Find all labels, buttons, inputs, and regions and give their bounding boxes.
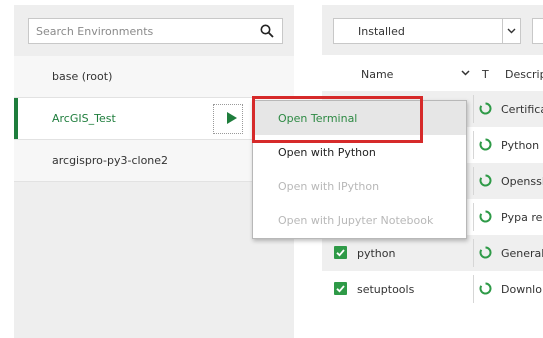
package-description: Certifica	[501, 103, 543, 116]
column-divider	[473, 275, 474, 303]
status-ring-icon	[479, 138, 492, 151]
column-divider	[473, 239, 474, 267]
chevron-down-icon[interactable]	[502, 19, 520, 43]
search-environments-input[interactable]	[29, 19, 249, 43]
check-icon	[336, 285, 345, 293]
sort-chevron-icon[interactable]	[461, 70, 470, 76]
environment-label: arcgispro-py3-clone2	[52, 154, 169, 167]
play-icon	[227, 112, 237, 124]
column-divider	[473, 131, 474, 159]
environment-label: base (root)	[52, 70, 113, 83]
package-name: python	[357, 247, 396, 260]
table-row[interactable]: python General	[322, 235, 543, 271]
column-divider	[473, 203, 474, 231]
package-filter-value: Installed	[358, 25, 405, 38]
menu-item-label: Open with Python	[278, 146, 376, 159]
package-filter-select[interactable]: Installed	[333, 18, 521, 44]
package-checkbox[interactable]	[334, 282, 347, 295]
column-divider	[473, 167, 474, 195]
menu-item-label: Open with Jupyter Notebook	[278, 214, 434, 227]
annotation-highlight-box	[252, 96, 423, 143]
environment-item-base[interactable]: base (root)	[14, 56, 294, 98]
column-divider	[473, 95, 474, 123]
column-header-name[interactable]: Name	[361, 68, 393, 81]
check-icon	[336, 249, 345, 257]
status-ring-icon	[479, 102, 492, 115]
package-table-header: Name T Descrip	[322, 55, 543, 91]
menu-item-open-with-ipython: Open with IPython	[253, 169, 466, 203]
package-description: Downlo	[501, 283, 542, 296]
status-ring-icon	[479, 210, 492, 223]
menu-item-label: Open with IPython	[278, 180, 380, 193]
column-header-description[interactable]: Descrip	[505, 68, 543, 81]
package-description: Python	[501, 139, 540, 152]
package-description: Openssl	[501, 175, 543, 188]
package-name: setuptools	[357, 283, 415, 296]
packages-toolbar: Installed	[322, 5, 543, 55]
status-ring-icon	[479, 246, 492, 259]
search-icon[interactable]	[260, 24, 274, 38]
column-header-type[interactable]: T	[482, 68, 489, 81]
package-checkbox[interactable]	[334, 246, 347, 259]
environment-label: ArcGIS_Test	[52, 112, 116, 125]
menu-item-open-with-jupyter: Open with Jupyter Notebook	[253, 203, 466, 237]
package-description: General	[501, 247, 543, 260]
status-ring-icon	[479, 174, 492, 187]
package-description: Pypa re	[501, 211, 543, 224]
search-environments-box[interactable]	[28, 18, 283, 44]
toolbar-extra-button[interactable]	[532, 18, 543, 44]
status-ring-icon	[479, 282, 492, 295]
table-row[interactable]: setuptools Downlo	[322, 271, 543, 307]
